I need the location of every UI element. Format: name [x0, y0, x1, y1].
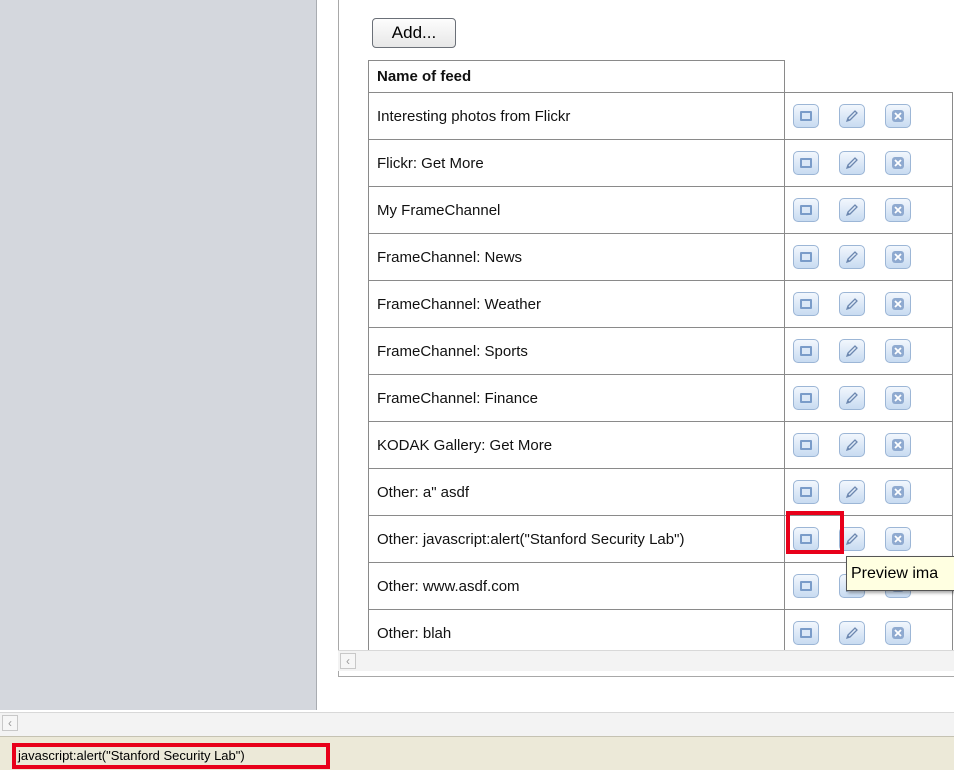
feed-name-cell: FrameChannel: News [368, 233, 785, 281]
feed-name-cell: Other: javascript:alert("Stanford Securi… [368, 515, 785, 563]
table-row: FrameChannel: Sports [368, 327, 953, 375]
preview-tooltip: Preview ima [846, 556, 954, 591]
feed-name-cell: Other: a" asdf [368, 468, 785, 516]
delete-button[interactable] [885, 527, 911, 551]
preview-button[interactable] [793, 292, 819, 316]
table-row: KODAK Gallery: Get More [368, 421, 953, 469]
left-panel [0, 0, 317, 710]
delete-button[interactable] [885, 386, 911, 410]
table-row: FrameChannel: Finance [368, 374, 953, 422]
feed-name-cell: Interesting photos from Flickr [368, 92, 785, 140]
edit-button[interactable] [839, 245, 865, 269]
preview-button[interactable] [793, 433, 819, 457]
table-row: Flickr: Get More [368, 139, 953, 187]
feed-name-cell: FrameChannel: Finance [368, 374, 785, 422]
delete-button[interactable] [885, 480, 911, 504]
table-row: Interesting photos from Flickr [368, 92, 953, 140]
highlight-preview-button [786, 511, 844, 554]
table-header-row: Name of feed [368, 60, 953, 93]
delete-button[interactable] [885, 292, 911, 316]
delete-button[interactable] [885, 104, 911, 128]
table-row: FrameChannel: News [368, 233, 953, 281]
preview-button[interactable] [793, 339, 819, 363]
feed-actions-cell [784, 139, 953, 187]
delete-button[interactable] [885, 198, 911, 222]
delete-button[interactable] [885, 621, 911, 645]
preview-button[interactable] [793, 621, 819, 645]
status-bar-text: javascript:alert("Stanford Security Lab"… [12, 743, 330, 769]
preview-button[interactable] [793, 151, 819, 175]
feed-name-cell: FrameChannel: Weather [368, 280, 785, 328]
feed-actions-cell [784, 233, 953, 281]
edit-button[interactable] [839, 621, 865, 645]
add-feed-button[interactable]: Add... [372, 18, 456, 48]
feed-name-cell: Flickr: Get More [368, 139, 785, 187]
feed-name-cell: FrameChannel: Sports [368, 327, 785, 375]
scroll-left-arrow-icon[interactable]: ‹ [340, 653, 356, 669]
edit-button[interactable] [839, 386, 865, 410]
edit-button[interactable] [839, 480, 865, 504]
preview-button[interactable] [793, 104, 819, 128]
scroll-left-arrow-icon[interactable]: ‹ [2, 715, 18, 731]
feed-name-cell: KODAK Gallery: Get More [368, 421, 785, 469]
table-row: Other: a" asdf [368, 468, 953, 516]
column-header-actions [784, 60, 953, 93]
feed-actions-cell [784, 421, 953, 469]
preview-button[interactable] [793, 386, 819, 410]
feed-actions-cell [784, 468, 953, 516]
preview-button[interactable] [793, 574, 819, 598]
preview-button[interactable] [793, 480, 819, 504]
preview-button[interactable] [793, 198, 819, 222]
feed-actions-cell [784, 327, 953, 375]
delete-button[interactable] [885, 151, 911, 175]
column-header-name: Name of feed [368, 60, 785, 93]
table-row: My FrameChannel [368, 186, 953, 234]
edit-button[interactable] [839, 104, 865, 128]
delete-button[interactable] [885, 433, 911, 457]
feed-actions-cell [784, 374, 953, 422]
delete-button[interactable] [885, 339, 911, 363]
feed-actions-cell [784, 186, 953, 234]
preview-button[interactable] [793, 245, 819, 269]
feed-name-cell: Other: www.asdf.com [368, 562, 785, 610]
edit-button[interactable] [839, 433, 865, 457]
edit-button[interactable] [839, 198, 865, 222]
delete-button[interactable] [885, 245, 911, 269]
feed-actions-cell [784, 92, 953, 140]
feed-actions-cell [784, 280, 953, 328]
page-horizontal-scrollbar[interactable]: ‹ [0, 712, 954, 737]
feed-name-cell: My FrameChannel [368, 186, 785, 234]
table-row: FrameChannel: Weather [368, 280, 953, 328]
edit-button[interactable] [839, 339, 865, 363]
status-bar: javascript:alert("Stanford Security Lab"… [0, 736, 954, 770]
edit-button[interactable] [839, 151, 865, 175]
table-horizontal-scrollbar[interactable]: ‹ [338, 650, 954, 671]
edit-button[interactable] [839, 292, 865, 316]
